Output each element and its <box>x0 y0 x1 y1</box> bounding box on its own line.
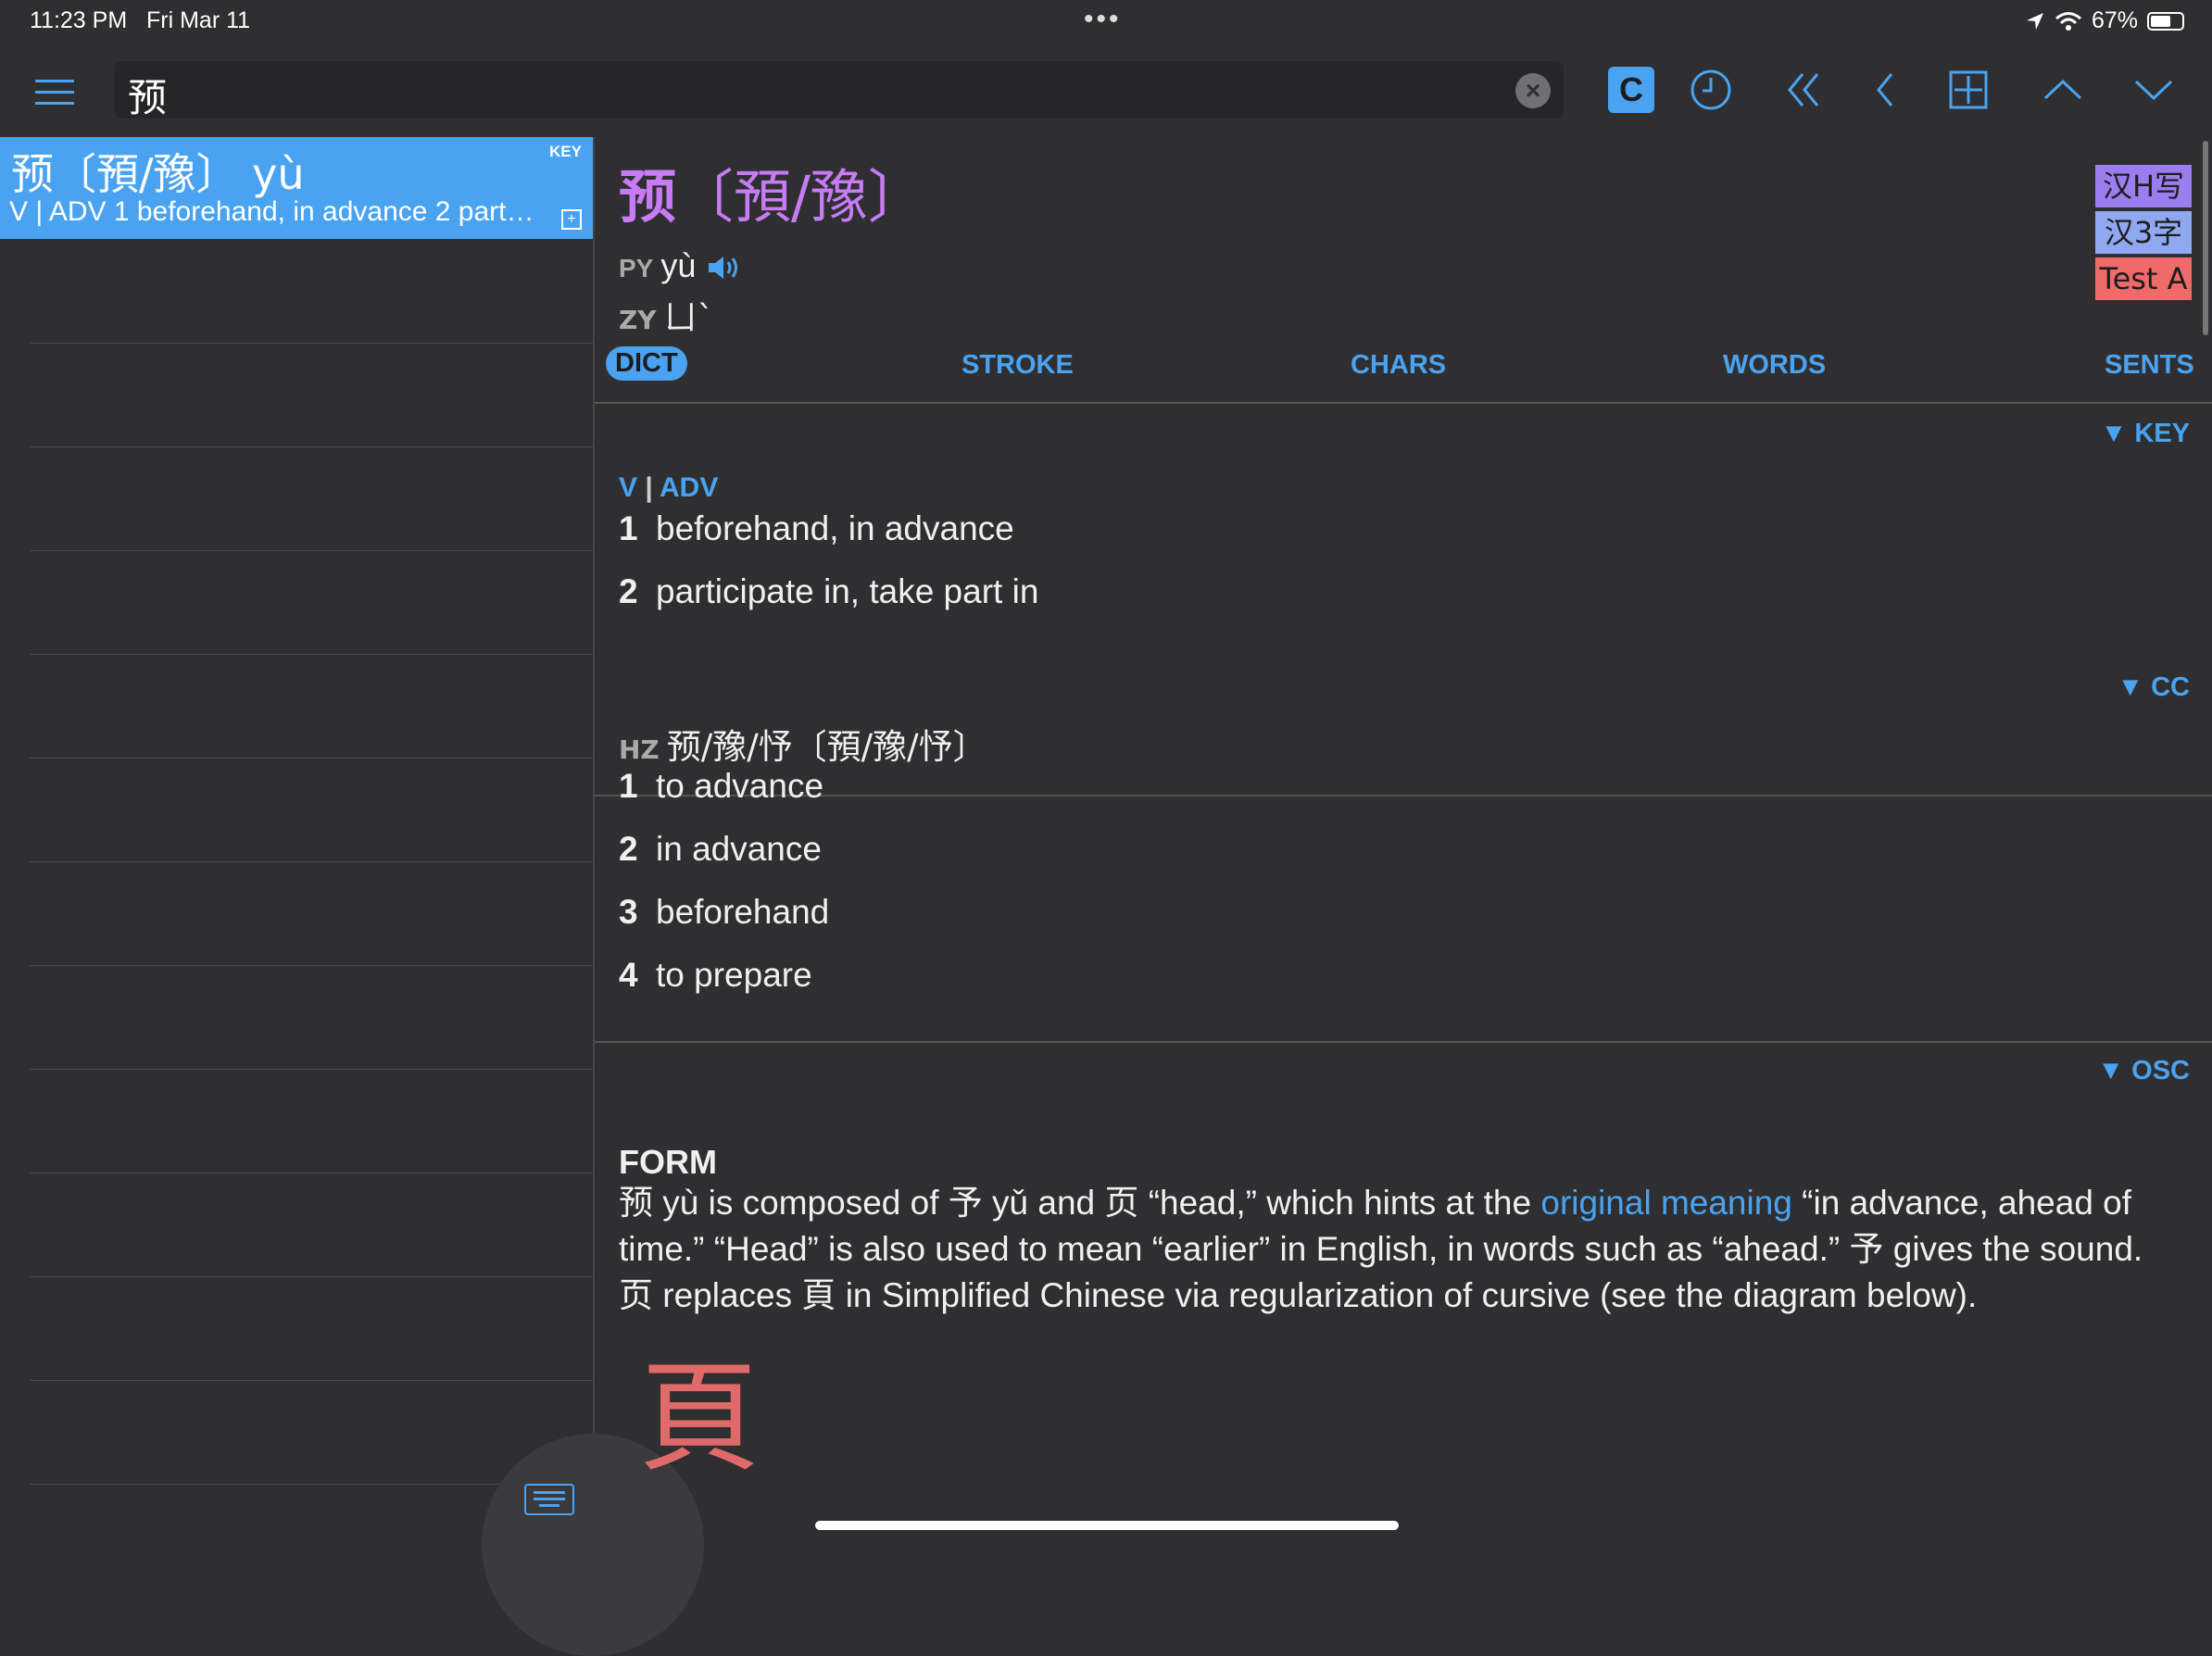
entry-headword: 预〔預/豫〕 <box>619 150 925 233</box>
cc-section-toggle[interactable]: ▼ CC <box>2117 672 2190 703</box>
wifi-icon <box>2055 11 2081 31</box>
battery-percent: 67% <box>2091 7 2138 33</box>
list-divider <box>30 654 593 655</box>
status-right: 67% <box>2025 7 2184 34</box>
list-divider <box>30 343 593 344</box>
level-badges: 汉H写 汉3字 Test A <box>2095 165 2192 304</box>
osc-section-toggle[interactable]: ▼ OSC <box>2097 1056 2190 1086</box>
list-item-headword: 预〔預/豫〕 yù <box>11 149 305 199</box>
tab-stroke[interactable]: STROKE <box>961 350 1074 381</box>
character-diagram: 頁 <box>639 1348 760 1488</box>
tab-words[interactable]: WORDS <box>1723 350 1826 381</box>
chevron-up-icon[interactable] <box>2040 67 2086 113</box>
badge-test-level[interactable]: Test A <box>2095 257 2192 300</box>
hz-forms: HZ 预/豫/忬〔預/豫/忬〕 <box>619 727 987 767</box>
toolbar: 预 × C <box>0 48 2212 137</box>
definition-item: 1 to advance <box>619 767 824 805</box>
part-of-speech: V | ADV <box>619 472 719 503</box>
pinyin-row: PY yù <box>619 246 742 285</box>
tab-dict[interactable]: DICT <box>606 346 687 381</box>
zhuyin-row: ZY ㄩˋ <box>619 291 714 339</box>
list-divider <box>30 1069 593 1070</box>
definition-item: 3 beforehand <box>619 893 830 931</box>
chevron-left-icon[interactable] <box>1862 67 1908 113</box>
status-bar: 11:23 PM Fri Mar 11 ••• 67% <box>0 0 2212 48</box>
entry-detail: 预〔預/豫〕 PY yù ZY ㄩˋ 汉H写 汉3字 Test A DICT STR… <box>595 137 2212 1545</box>
list-divider <box>30 758 593 759</box>
py-label: PY <box>619 254 654 282</box>
list-item-tag: KEY <box>549 143 582 160</box>
clear-search-button[interactable]: × <box>1515 73 1551 108</box>
definition-item: 2 in advance <box>619 830 822 868</box>
zy-label: ZY <box>619 305 657 335</box>
list-divider <box>30 861 593 862</box>
pinyin: yù <box>660 246 697 284</box>
list-divider <box>30 965 593 966</box>
double-chevron-left-icon[interactable] <box>1780 67 1827 113</box>
list-item-summary: V | ADV 1 beforehand, in advance 2 part… <box>9 196 534 227</box>
definition-item: 4 to prepare <box>619 956 812 994</box>
search-value: 预 <box>128 75 168 120</box>
definition-item: 2 participate in, take part in <box>619 572 1039 610</box>
battery-icon <box>2147 11 2184 31</box>
cc-section: ▼ CC HZ 预/豫/忬〔預/豫/忬〕 1 to advance 2 in adva… <box>595 658 2212 1043</box>
list-divider <box>30 550 593 551</box>
speaker-icon[interactable] <box>705 253 742 282</box>
definition-item: 1 beforehand, in advance <box>619 509 1014 547</box>
search-input[interactable]: 预 × <box>115 61 1564 120</box>
home-indicator[interactable] <box>815 1521 1399 1530</box>
list-item[interactable]: 预〔預/豫〕 yù KEY V | ADV 1 beforehand, in a… <box>0 137 593 239</box>
list-divider <box>30 1380 593 1381</box>
badge-hsk-writing[interactable]: 汉H写 <box>2095 165 2192 207</box>
scrollbar[interactable] <box>2203 141 2208 335</box>
multitask-dots[interactable]: ••• <box>1084 4 1122 35</box>
headword-simplified: 预 <box>619 163 677 231</box>
tab-sents[interactable]: SENTS <box>2105 350 2194 381</box>
original-meaning-link[interactable]: original meaning <box>1540 1184 1792 1222</box>
menu-icon[interactable] <box>35 80 74 107</box>
form-heading: FORM <box>619 1143 717 1181</box>
keyboard-icon[interactable] <box>524 1484 574 1515</box>
chevron-down-icon[interactable] <box>2130 67 2177 113</box>
history-clock-icon[interactable] <box>1688 67 1734 113</box>
key-section-toggle[interactable]: ▼ KEY <box>2101 419 2190 449</box>
location-icon <box>2026 12 2043 30</box>
zhuyin: ㄩˋ <box>663 299 714 337</box>
tab-chars[interactable]: CHARS <box>1351 350 1446 381</box>
form-description: 预 yù is composed of 予 yǔ and 页 “head,” w… <box>619 1184 2143 1314</box>
c-button[interactable]: C <box>1608 67 1654 113</box>
list-divider <box>30 446 593 447</box>
list-divider <box>30 1276 593 1277</box>
add-box-icon[interactable] <box>1945 67 1992 113</box>
status-time: 11:23 PM Fri Mar 11 <box>30 7 251 33</box>
expand-plus-icon[interactable]: + <box>561 209 582 230</box>
entry-tabs: DICT STROKE CHARS WORDS SENTS <box>595 346 2212 404</box>
headword-traditional: 〔預/豫〕 <box>676 163 925 231</box>
badge-hsk3-char[interactable]: 汉3字 <box>2095 211 2192 254</box>
results-list: 预〔預/豫〕 yù KEY V | ADV 1 beforehand, in a… <box>0 137 704 1656</box>
